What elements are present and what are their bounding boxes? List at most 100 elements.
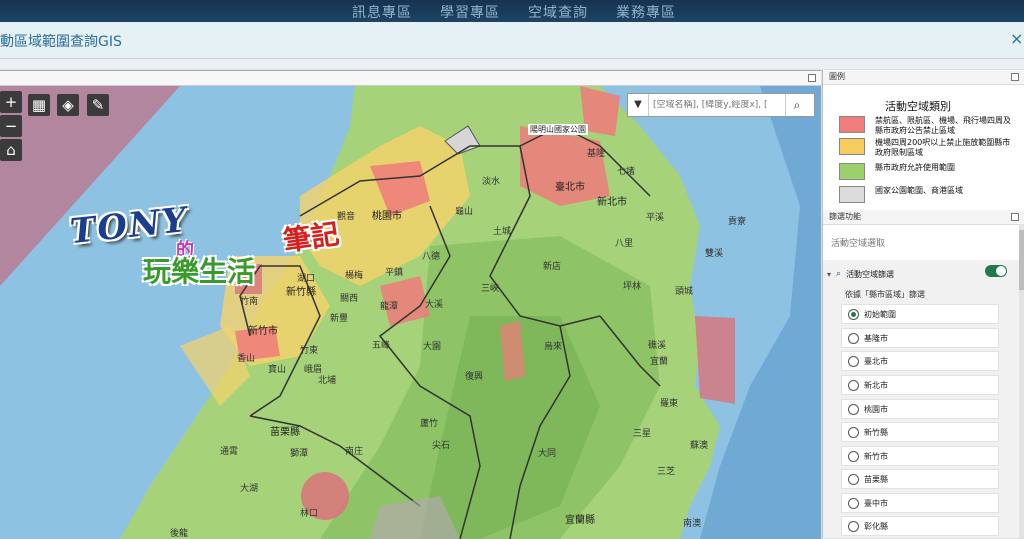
layers-icon[interactable]: ◈ [57,94,79,116]
pencil-icon[interactable]: ✎ [87,94,109,116]
filter-header: 篩選功能 [823,210,1024,225]
legend-header-label: 圖例 [829,72,845,81]
nav-item-news[interactable]: 訊息專區 [352,2,412,22]
map-label-pinglin: 坪林 [623,282,642,292]
map-label-shuangxi: 雙溪 [705,249,724,259]
map-panel-header [0,71,821,86]
scrollbar-thumb[interactable] [1019,230,1024,290]
window-titlebar: 動區域範圍查詢GIS × [0,22,1024,59]
filter-option[interactable]: 臺北市 [841,351,999,371]
map-label-jianshi: 尖石 [432,441,451,451]
maximize-icon[interactable] [1011,73,1019,81]
legend-swatch-red [839,116,865,133]
map-label-zhunan: 竹南 [240,297,259,307]
chevron-down-icon[interactable]: ▾ [827,270,831,279]
close-icon[interactable]: × [1010,29,1023,48]
search-icon: ⌕ [836,269,842,279]
radio[interactable] [848,426,859,438]
map-label-fuxing: 復興 [465,372,484,382]
map-label-emei: 峨眉 [304,365,323,375]
maximize-icon[interactable] [808,74,816,82]
caret-down-icon[interactable]: ▼ [628,94,649,116]
filter-option-label: 新竹縣 [864,427,888,437]
radio-selected[interactable] [848,308,859,320]
map-label-keelung: 基隆 [587,149,606,159]
map-label-baoshan: 寶山 [268,365,287,375]
filter-option[interactable]: 新北市 [841,375,999,395]
radio[interactable] [848,379,859,391]
map-label-sanzhi: 三芝 [657,467,676,477]
filter-group-label: 活動空域篩選 [846,269,895,279]
radio[interactable] [848,403,859,415]
filter-option-label: 彰化縣 [864,521,888,531]
map-label-tucheng: 土城 [493,227,512,237]
map-label-luzhu: 蘆竹 [420,419,439,429]
side-panel: 圖例 活動空域類別 禁航區、限航區、機場、飛行場四周及縣市政府公告禁止區域 機場… [822,70,1024,538]
gis-map[interactable]: + − ⌂ ▦ ◈ ✎ ▼ ⌕ 陽明山國家公園 桃園市 臺北市 新北市 新竹縣 … [0,86,821,539]
filter-option[interactable]: 彰化縣 [841,516,999,536]
watermark-play-life: 玩樂生活 [143,255,256,288]
airspace-search-input[interactable] [649,100,785,110]
filter-option[interactable]: 苗栗縣 [841,469,999,489]
radio[interactable] [848,473,859,485]
radio[interactable] [848,497,859,509]
map-label-nanzhuang: 南庄 [345,447,364,457]
search-icon[interactable]: ⌕ [785,94,808,116]
map-label-xiangshan: 香山 [237,354,256,364]
map-label-bali: 八里 [615,239,634,249]
map-panel: + − ⌂ ▦ ◈ ✎ ▼ ⌕ 陽明山國家公園 桃園市 臺北市 新北市 新竹縣 … [0,70,821,539]
nav-item-airspace-query[interactable]: 空域查詢 [528,2,588,22]
nav-item-services[interactable]: 業務專區 [616,2,676,22]
map-label-taipei: 臺北市 [555,182,585,193]
map-label-tamsui: 淡水 [482,177,501,187]
top-navigation-bar: 訊息專區 學習專區 空域查詢 業務專區 [0,0,1024,22]
map-label-linkou: 林口 [300,509,319,519]
legend-item-label: 禁航區、限航區、機場、飛行場四周及縣市政府公告禁止區域 [875,116,1011,135]
map-label-new-taipei: 新北市 [597,197,627,208]
top-nav: 訊息專區 學習專區 空域查詢 業務專區 [352,2,676,22]
filter-option[interactable]: 臺中市 [841,493,999,513]
filter-scrollbar[interactable] [1019,224,1024,538]
map-label-pingxi: 平溪 [646,213,665,223]
map-label-nanao: 南澳 [683,519,702,529]
map-label-taoyuan: 桃園市 [372,211,402,222]
nav-item-learning[interactable]: 學習專區 [440,2,500,22]
filter-option-label: 臺中市 [864,498,888,508]
filter-panel: 篩選功能 活動空域選取 ▾ ⌕ 活動空域篩選 依據「縣市區域」篩選 初始範圍 基… [823,210,1024,538]
map-label-gongliao: 貢寮 [728,217,747,227]
maximize-icon[interactable] [1011,213,1019,221]
filter-note: 依據「縣市區域」篩選 [845,290,925,299]
map-label-longtan: 龍潭 [380,302,399,312]
grid-icon[interactable]: ▦ [28,94,50,116]
filter-option[interactable]: 桃園市 [841,399,999,419]
filter-option[interactable]: 初始範圍 [841,304,999,324]
filter-group: ▾ ⌕ 活動空域篩選 依據「縣市區域」篩選 初始範圍 基隆市 臺北市 新北市 桃… [823,260,1019,538]
map-label-sanxia: 三峽 [481,284,500,294]
zoom-out-button[interactable]: − [0,115,22,137]
legend-item: 國家公園範圍、商港區域 [839,186,1011,203]
filter-option-label: 桃園市 [864,404,888,414]
zoom-in-button[interactable]: + [0,91,22,113]
map-label-jiaoxi: 礁溪 [648,341,667,351]
legend-swatch-yellow [839,138,865,155]
filter-option[interactable]: 新竹縣 [841,422,999,442]
map-label-qidu: 七堵 [617,167,636,177]
legend-item: 縣市政府允許使用範圍 [839,163,1011,180]
home-button[interactable]: ⌂ [0,139,22,161]
legend-item: 禁航區、限航區、機場、飛行場四周及縣市政府公告禁止區域 [839,116,1011,136]
map-label-toucheng: 頭城 [675,287,694,297]
filter-toggle[interactable] [985,265,1007,277]
radio[interactable] [848,355,859,367]
map-canvas [0,86,821,539]
map-label-hsinchu-city: 新竹市 [248,326,278,337]
filter-option[interactable]: 新竹市 [841,446,999,466]
filter-header-label: 篩選功能 [829,212,861,221]
filter-option-label: 基隆市 [864,333,888,343]
radio[interactable] [848,520,859,532]
map-label-park: 陽明山國家公園 [528,124,588,135]
map-label-xinfeng: 新豐 [330,314,349,324]
radio[interactable] [848,332,859,344]
map-label-guanxi: 關西 [340,294,359,304]
filter-option[interactable]: 基隆市 [841,328,999,348]
radio[interactable] [848,450,859,462]
